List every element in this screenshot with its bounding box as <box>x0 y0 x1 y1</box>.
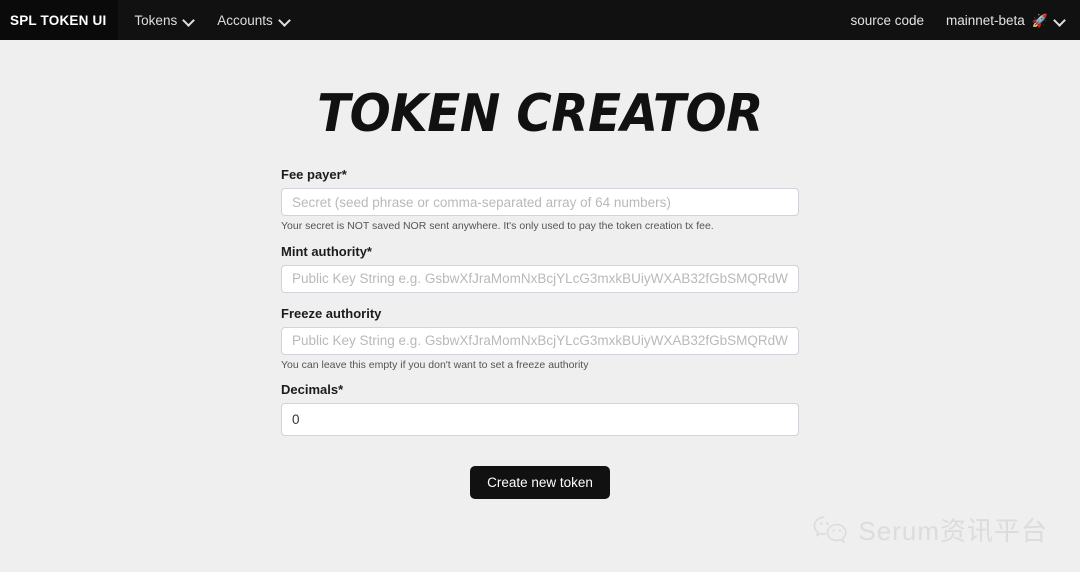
watermark: Serum资讯平台 <box>812 511 1048 548</box>
wechat-icon <box>814 515 848 543</box>
field-decimals: Decimals* <box>281 382 799 437</box>
brand-label: SPL TOKEN UI <box>10 12 107 28</box>
decimals-label: Decimals* <box>281 382 344 398</box>
watermark-text: Serum资讯平台 <box>858 516 1048 546</box>
fee-payer-input[interactable] <box>281 188 799 216</box>
field-mint-authority: Mint authority* <box>281 244 799 293</box>
source-code-label: source code <box>850 12 924 28</box>
nav-links: Tokens Accounts <box>134 13 290 28</box>
token-creator-form: Fee payer* Your secret is NOT saved NOR … <box>281 140 799 500</box>
network-label: mainnet-beta <box>946 12 1025 28</box>
navbar: SPL TOKEN UI Tokens Accounts source code… <box>0 0 1080 40</box>
freeze-authority-label: Freeze authority <box>281 305 382 321</box>
submit-row: Create new token <box>281 436 799 500</box>
create-new-token-button[interactable]: Create new token <box>470 466 610 500</box>
decimals-input[interactable] <box>281 403 799 437</box>
nav-item-tokens-label: Tokens <box>134 12 178 28</box>
chevron-down-icon <box>184 15 195 26</box>
chevron-down-icon <box>280 15 291 26</box>
brand-logo[interactable]: SPL TOKEN UI <box>0 0 119 40</box>
fee-payer-help-text: Your secret is NOT saved NOR sent anywhe… <box>281 220 714 232</box>
chevron-down-icon <box>1055 15 1066 26</box>
mint-authority-input[interactable] <box>281 264 799 293</box>
freeze-authority-help-text: You can leave this empty if you don't wa… <box>281 358 589 371</box>
page-title: TOKEN CREATOR <box>317 84 763 144</box>
fee-payer-label: Fee payer* <box>281 167 347 182</box>
nav-right-group: source code mainnet-beta 🚀 <box>850 13 1080 28</box>
nav-item-accounts-label: Accounts <box>217 12 273 28</box>
field-freeze-authority: Freeze authority You can leave this empt… <box>281 306 799 372</box>
freeze-authority-input[interactable] <box>281 326 799 355</box>
network-selector[interactable]: mainnet-beta 🚀 <box>946 13 1066 28</box>
field-fee-payer: Fee payer* Your secret is NOT saved NOR … <box>281 167 799 233</box>
nav-item-accounts[interactable]: Accounts <box>217 13 291 28</box>
mint-authority-label: Mint authority* <box>281 243 372 259</box>
nav-item-tokens[interactable]: Tokens <box>134 13 195 28</box>
rocket-icon: 🚀 <box>1031 12 1048 28</box>
source-code-link[interactable]: source code <box>850 13 924 28</box>
